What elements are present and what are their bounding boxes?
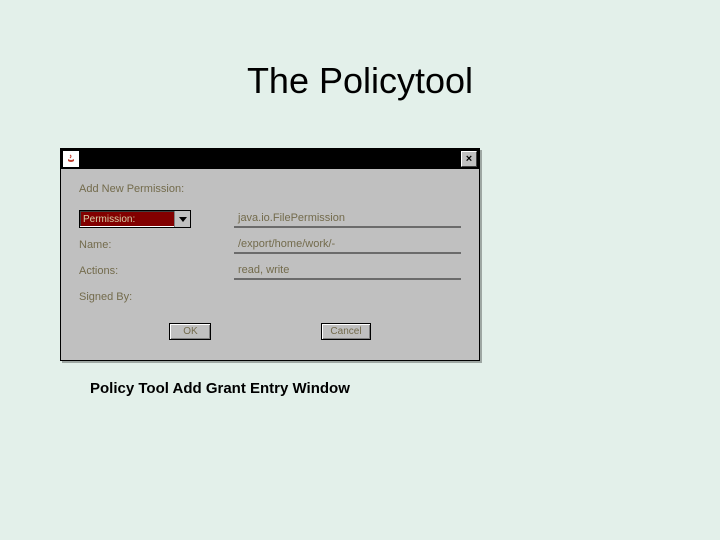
actions-value[interactable]: read, write [234,262,461,280]
name-value[interactable]: /export/home/work/- [234,236,461,254]
actions-row: Actions: read, write [79,261,461,281]
permission-row: Permission: java.io.FilePermission [79,209,461,229]
permission-select-label: Permission: [83,214,135,225]
name-label: Name: [79,239,234,251]
signedby-value[interactable] [234,288,461,306]
signedby-label: Signed By: [79,291,234,303]
window-body: Add New Permission: Permission: java.io.… [61,169,479,360]
java-cup-icon [63,151,79,167]
titlebar: × [61,149,479,169]
permission-select[interactable]: Permission: [79,210,191,228]
permission-value[interactable]: java.io.FilePermission [234,210,461,228]
figure-caption: Policy Tool Add Grant Entry Window [90,380,350,397]
cancel-button[interactable]: Cancel [321,323,370,340]
actions-label: Actions: [79,265,234,277]
slide-title: The Policytool [0,60,720,102]
dialog-heading: Add New Permission: [79,183,461,195]
policy-window: × Add New Permission: Permission: java.i… [60,148,480,361]
chevron-down-icon[interactable] [174,211,190,227]
ok-button[interactable]: OK [169,323,211,340]
signedby-row: Signed By: [79,287,461,307]
button-row: OK Cancel [79,313,461,352]
close-button[interactable]: × [461,151,477,167]
name-row: Name: /export/home/work/- [79,235,461,255]
